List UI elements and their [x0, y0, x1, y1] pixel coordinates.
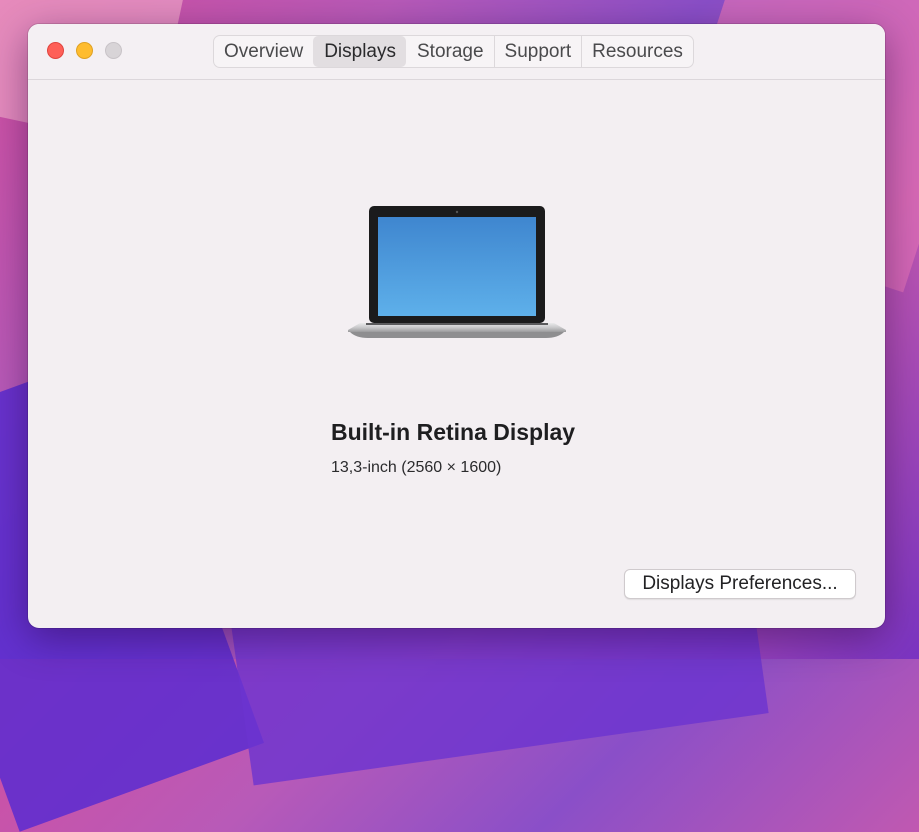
laptop-icon — [348, 206, 566, 338]
minimize-window-button[interactable] — [76, 42, 93, 59]
tab-overview[interactable]: Overview — [214, 36, 313, 67]
tab-resources[interactable]: Resources — [581, 36, 693, 67]
about-this-mac-window: Overview Displays Storage Support Resour… — [28, 24, 885, 628]
displays-preferences-button[interactable]: Displays Preferences... — [624, 569, 856, 599]
tab-displays[interactable]: Displays — [313, 36, 406, 67]
display-name: Built-in Retina Display — [331, 419, 576, 445]
tab-support[interactable]: Support — [493, 36, 582, 67]
tab-storage[interactable]: Storage — [406, 36, 494, 67]
zoom-window-button[interactable] — [105, 42, 122, 59]
title-bar: Overview Displays Storage Support Resour… — [28, 24, 885, 80]
tab-bar: Overview Displays Storage Support Resour… — [213, 35, 694, 68]
display-resolution: 13,3-inch (2560 × 1600) — [331, 459, 502, 476]
close-window-button[interactable] — [47, 42, 64, 59]
